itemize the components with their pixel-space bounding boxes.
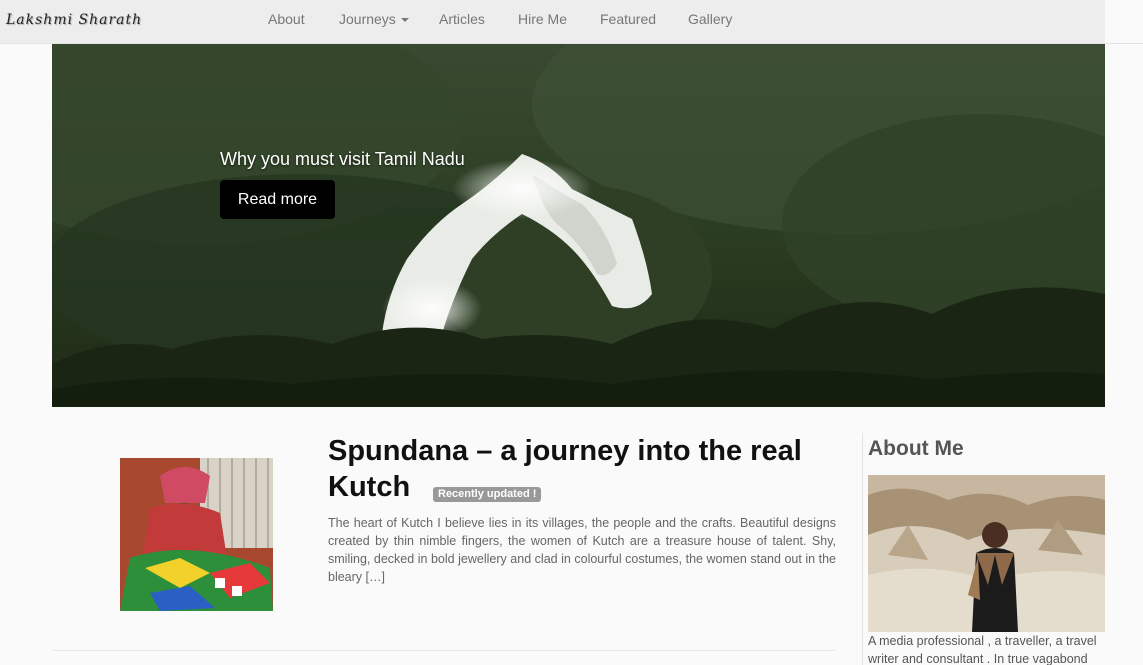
about-me-heading: About Me bbox=[868, 437, 964, 460]
chevron-down-icon bbox=[400, 18, 409, 23]
author-landscape-image bbox=[868, 475, 1105, 632]
sidebar-border bbox=[862, 433, 863, 665]
post-thumbnail[interactable] bbox=[120, 458, 273, 611]
recently-updated-badge: Recently updated ! bbox=[433, 487, 542, 502]
hero-slider[interactable]: Why you must visit Tamil Nadu Read more bbox=[52, 44, 1105, 407]
post-excerpt: The heart of Kutch I believe lies in its… bbox=[328, 516, 836, 584]
nav-item-journeys-label: Journeys bbox=[339, 11, 396, 27]
nav-item-about[interactable]: About bbox=[268, 11, 305, 27]
top-navbar: Lakshmi Sharath About Journeys Articles … bbox=[0, 0, 1105, 44]
hero-waterfall-image bbox=[52, 44, 1105, 407]
author-photo bbox=[868, 475, 1105, 632]
about-me-text: A media professional , a traveller, a tr… bbox=[868, 634, 1097, 665]
brand-logo[interactable]: Lakshmi Sharath bbox=[6, 12, 142, 28]
nav-item-articles[interactable]: Articles bbox=[439, 11, 485, 27]
post-title[interactable]: Spundana – a journey into the real Kutch bbox=[328, 433, 838, 505]
kutch-woman-image bbox=[120, 458, 273, 611]
nav-item-gallery[interactable]: Gallery bbox=[688, 11, 732, 27]
post-divider bbox=[52, 650, 836, 651]
nav-item-featured[interactable]: Featured bbox=[600, 11, 656, 27]
nav-item-journeys[interactable]: Journeys bbox=[339, 11, 409, 27]
nav-item-hire-me[interactable]: Hire Me bbox=[518, 11, 567, 27]
hero-title[interactable]: Why you must visit Tamil Nadu bbox=[220, 149, 465, 170]
read-more-button[interactable]: Read more bbox=[220, 180, 335, 219]
navbar-extension bbox=[1105, 0, 1143, 44]
